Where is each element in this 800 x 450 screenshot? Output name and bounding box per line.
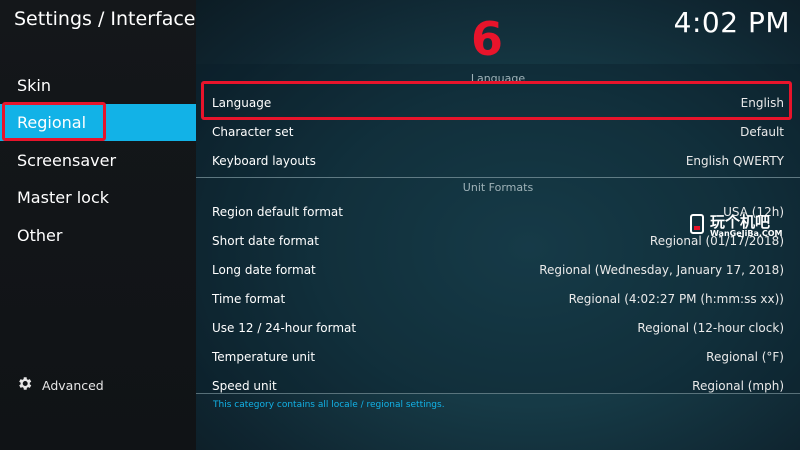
section-divider — [196, 177, 800, 178]
setting-label: Short date format — [212, 234, 319, 248]
footer-divider — [196, 393, 800, 394]
sidebar: Settings / Interface Skin Regional Scree… — [0, 0, 196, 450]
setting-value: Regional (4:02:27 PM (h:mm:ss xx)) — [568, 292, 784, 306]
watermark-subtext: WanGeJiBa.COM — [710, 229, 783, 238]
sidebar-item-other[interactable]: Other — [0, 217, 196, 254]
setting-value: Regional (mph) — [692, 379, 784, 393]
help-text: This category contains all locale / regi… — [213, 400, 445, 410]
step-annotation-number: 6 — [471, 12, 504, 66]
section-header-unit-formats: Unit Formats — [462, 181, 534, 194]
advanced-label: Advanced — [42, 377, 104, 393]
setting-value: English QWERTY — [685, 154, 784, 168]
language-highlight-box — [201, 81, 792, 120]
sidebar-item-label: Other — [17, 226, 63, 245]
phone-icon — [690, 214, 704, 234]
sidebar-item-label: Regional — [17, 113, 87, 132]
setting-row-temperature-unit[interactable]: Temperature unit Regional (°F) — [196, 343, 800, 372]
main-panel: 4:02 PM 6 Language Language English Char… — [196, 0, 800, 450]
setting-label: Character set — [212, 125, 294, 139]
gear-icon — [16, 375, 42, 395]
setting-value: Regional (°F) — [706, 350, 784, 364]
sidebar-item-label: Master lock — [17, 188, 110, 207]
setting-value: Default — [740, 125, 784, 139]
setting-row-long-date-format[interactable]: Long date format Regional (Wednesday, Ja… — [196, 256, 800, 285]
setting-label: Keyboard layouts — [212, 154, 316, 168]
setting-row-keyboard-layouts[interactable]: Keyboard layouts English QWERTY — [196, 147, 800, 176]
setting-label: Speed unit — [212, 379, 277, 393]
setting-label: Time format — [212, 292, 286, 306]
setting-label: Long date format — [212, 263, 316, 277]
sidebar-item-master-lock[interactable]: Master lock — [0, 179, 196, 216]
setting-value: Regional (Wednesday, January 17, 2018) — [539, 263, 784, 277]
sidebar-item-screensaver[interactable]: Screensaver — [0, 142, 196, 179]
sidebar-item-skin[interactable]: Skin — [0, 67, 196, 104]
setting-row-time-format[interactable]: Time format Regional (4:02:27 PM (h:mm:s… — [196, 285, 800, 314]
sidebar-item-label: Skin — [17, 76, 52, 95]
advanced-toggle[interactable]: Advanced — [16, 374, 104, 396]
page-title: Settings / Interface — [14, 8, 196, 30]
clock: 4:02 PM — [673, 6, 790, 39]
setting-row-speed-unit[interactable]: Speed unit Regional (mph) — [196, 372, 800, 394]
sidebar-item-label: Screensaver — [17, 151, 117, 170]
setting-value: Regional (12-hour clock) — [637, 321, 784, 335]
setting-row-hour-format[interactable]: Use 12 / 24-hour format Regional (12-hou… — [196, 314, 800, 343]
setting-label: Use 12 / 24-hour format — [212, 321, 357, 335]
sidebar-item-regional[interactable]: Regional — [0, 102, 196, 141]
watermark-logo: 玩个机吧 WanGeJiBa.COM — [690, 212, 790, 240]
setting-label: Region default format — [212, 205, 343, 219]
setting-label: Temperature unit — [212, 350, 316, 364]
setting-row-character-set[interactable]: Character set Default — [196, 118, 800, 147]
